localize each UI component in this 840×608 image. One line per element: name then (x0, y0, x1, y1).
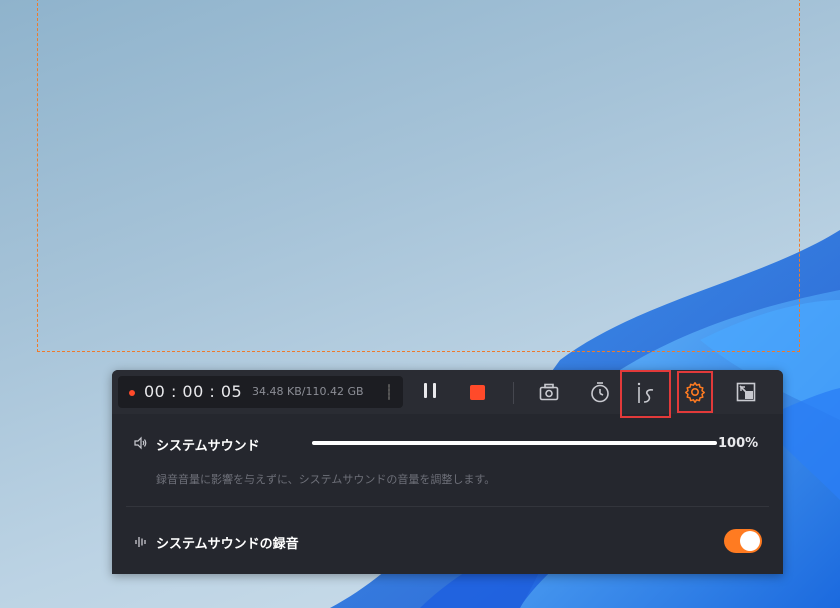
drag-handle-icon[interactable] (388, 384, 390, 400)
annotation-button[interactable] (620, 370, 671, 418)
system-sound-label: システムサウンド (156, 439, 260, 454)
stop-icon (469, 384, 485, 400)
record-system-sound-label: システムサウンドの録音 (156, 537, 299, 552)
system-sound-volume-row: システムサウンド 100% (112, 428, 783, 458)
toggle-knob (740, 531, 760, 551)
recording-status: 00 : 00 : 05 34.48 KB/110.42 GB (118, 376, 403, 408)
minimize-button[interactable] (730, 376, 762, 408)
screenshot-icon (539, 383, 559, 401)
settings-button[interactable] (677, 371, 713, 413)
speaker-icon (134, 436, 147, 450)
record-system-sound-row: システムサウンドの録音 (112, 526, 783, 556)
file-size-info: 34.48 KB/110.42 GB (252, 385, 364, 398)
minimize-icon (736, 382, 756, 402)
record-dot-icon (129, 390, 135, 396)
stop-button[interactable] (461, 376, 493, 408)
timer-schedule-button[interactable] (584, 376, 616, 408)
pause-button[interactable] (414, 376, 446, 408)
recording-timer: 00 : 00 : 05 (144, 382, 243, 401)
capture-region-frame[interactable] (37, 0, 800, 352)
screenshot-button[interactable] (533, 376, 565, 408)
audio-bars-icon (135, 537, 146, 547)
system-sound-volume-slider[interactable] (312, 441, 717, 445)
recorder-panel: 00 : 00 : 05 34.48 KB/110.42 GB システムサウンド… (112, 370, 783, 574)
toolbar-divider (513, 382, 514, 404)
recorder-toolbar: 00 : 00 : 05 34.48 KB/110.42 GB (112, 370, 783, 418)
timer-icon (591, 382, 609, 403)
pause-icon (421, 382, 439, 402)
volume-description: 録音音量に影響を与えずに、システムサウンドの音量を調整します。 (156, 473, 496, 486)
record-system-sound-toggle[interactable] (724, 529, 762, 553)
section-divider (126, 506, 769, 507)
settings-gear-icon (685, 382, 705, 403)
volume-percent: 100% (718, 436, 759, 451)
annotation-icon (637, 382, 653, 403)
